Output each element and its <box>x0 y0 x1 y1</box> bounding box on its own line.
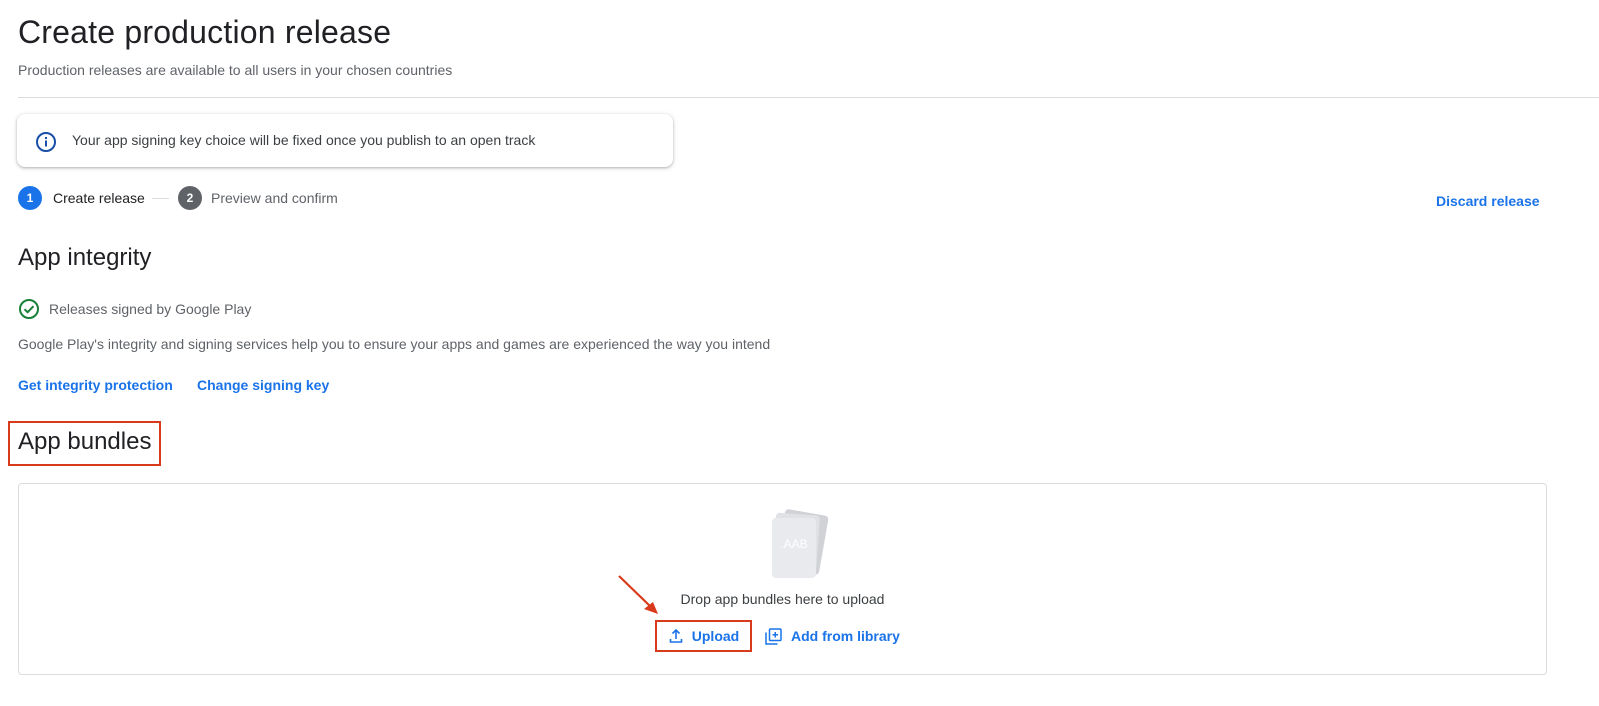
upload-icon <box>669 628 683 643</box>
signing-status-label: Releases signed by Google Play <box>49 301 252 317</box>
app-bundle-dropzone[interactable]: .AAB Drop app bundles here to upload Upl… <box>18 483 1547 675</box>
app-bundles-heading: App bundles <box>18 428 152 455</box>
check-circle-icon <box>19 299 39 319</box>
page-subtitle: Production releases are available to all… <box>18 62 453 78</box>
aab-file-label: .AAB <box>780 537 807 551</box>
upload-button-label: Upload <box>691 628 740 644</box>
signing-key-info-banner: Your app signing key choice will be fixe… <box>17 114 673 167</box>
dropzone-text: Drop app bundles here to upload <box>680 591 885 607</box>
get-integrity-protection-link[interactable]: Get integrity protection <box>18 377 173 393</box>
app-integrity-heading: App integrity <box>18 244 152 271</box>
annotation-arrow <box>618 575 658 614</box>
integrity-description: Google Play's integrity and signing serv… <box>18 336 771 352</box>
info-icon <box>36 132 56 152</box>
step-connector <box>152 198 169 199</box>
add-library-icon <box>765 627 782 645</box>
add-from-library-button[interactable]: Add from library <box>765 620 900 652</box>
info-banner-text: Your app signing key choice will be fixe… <box>72 132 536 148</box>
add-from-library-label: Add from library <box>791 628 900 644</box>
discard-release-link[interactable]: Discard release <box>1436 193 1540 209</box>
page-title: Create production release <box>18 14 392 50</box>
upload-button[interactable]: Upload <box>655 620 752 652</box>
step-1-label: Create release <box>53 190 145 206</box>
aab-file-icon: .AAB <box>772 509 829 578</box>
create-release-page: Create production release Production rel… <box>0 0 1599 706</box>
step-1-indicator: 1 <box>18 186 42 210</box>
step-2-label: Preview and confirm <box>211 190 338 206</box>
step-2-indicator: 2 <box>178 186 202 210</box>
change-signing-key-link[interactable]: Change signing key <box>197 377 329 393</box>
header-divider <box>18 97 1599 98</box>
